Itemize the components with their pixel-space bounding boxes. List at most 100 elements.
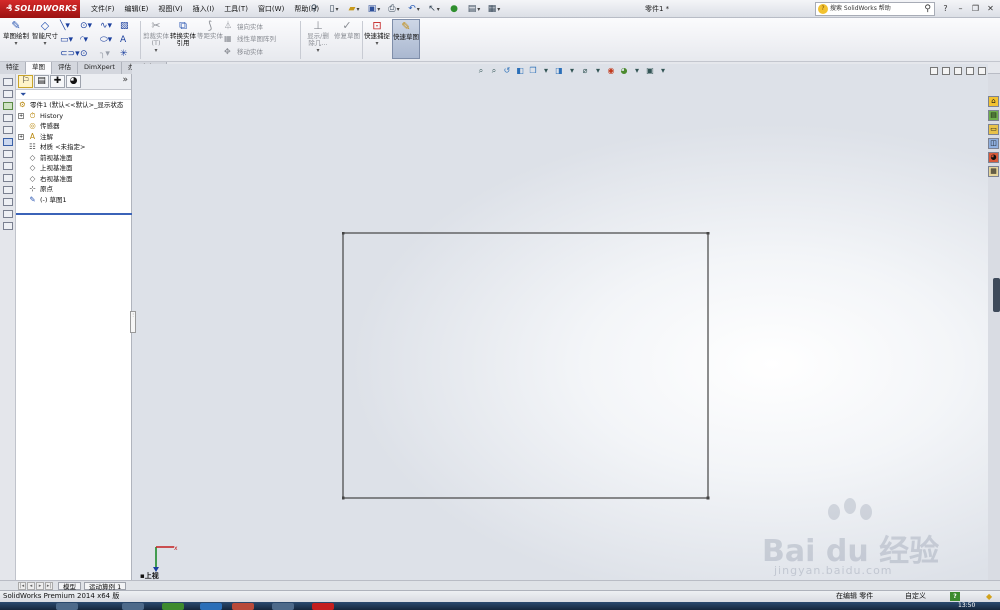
- file-explorer-icon[interactable]: ▭: [988, 124, 999, 135]
- viewport-split-icon[interactable]: [942, 67, 950, 75]
- grid-icon[interactable]: [2, 198, 13, 206]
- first-tab-icon[interactable]: |◂: [18, 582, 26, 590]
- zoom-to-fit-icon[interactable]: ⌕: [476, 66, 486, 76]
- calculator-icon[interactable]: [2, 222, 13, 230]
- print-icon[interactable]: ⎙: [385, 2, 403, 16]
- move-entities-button[interactable]: ✥ 移动实体: [224, 46, 263, 57]
- viewport-close-icon[interactable]: [978, 67, 986, 75]
- chevron-down-icon[interactable]: ▾: [632, 66, 642, 76]
- restore-icon[interactable]: ❐: [970, 2, 981, 15]
- layer-icon[interactable]: [2, 90, 13, 98]
- last-tab-icon[interactable]: ▸|: [45, 582, 53, 590]
- minimize-icon[interactable]: –: [955, 2, 966, 15]
- file-properties-icon[interactable]: ▤: [465, 2, 483, 16]
- close-icon[interactable]: ✕: [985, 2, 996, 15]
- taskbar-app[interactable]: [122, 603, 144, 610]
- taskbar-app[interactable]: [272, 603, 294, 610]
- section-view-icon[interactable]: ◧: [515, 66, 525, 76]
- prev-tab-icon[interactable]: ◂: [27, 582, 35, 590]
- tab-model[interactable]: 模型: [58, 582, 81, 591]
- feature-tree-item[interactable]: + ⏱ History: [16, 111, 131, 122]
- appearances-icon[interactable]: ◕: [988, 152, 999, 163]
- block-icon[interactable]: [2, 150, 13, 158]
- table-icon[interactable]: [2, 78, 13, 86]
- pattern-icon[interactable]: [2, 186, 13, 194]
- circle-icon[interactable]: ⊙▾: [80, 21, 100, 32]
- mirror-entities-button[interactable]: ⏃ 镜向实体: [224, 20, 263, 31]
- design-library-icon[interactable]: ▤: [988, 110, 999, 121]
- sketch-tool-icon[interactable]: [2, 102, 13, 110]
- section-icon[interactable]: [2, 126, 13, 134]
- rapid-sketch-button[interactable]: ✎ 快速草图: [392, 19, 420, 59]
- rebuild-traffic-light-icon[interactable]: ●: [445, 2, 463, 16]
- repair-sketch-button[interactable]: ✓ 修复草图: [333, 19, 361, 59]
- filter-icon[interactable]: ⏷: [16, 90, 131, 100]
- feature-tree-item[interactable]: ✎ (-) 草图1: [16, 195, 131, 206]
- feature-tree-item[interactable]: ⊹ 原点: [16, 184, 131, 195]
- menu-file[interactable]: 文件(F): [86, 0, 120, 18]
- chevron-down-icon[interactable]: ▾: [567, 66, 577, 76]
- tab-features[interactable]: 特征: [0, 62, 26, 74]
- menu-view[interactable]: 视图(V): [153, 0, 187, 18]
- tab-motion-study[interactable]: 运动算例 1: [84, 582, 127, 591]
- sketch-rectangle[interactable]: [342, 232, 709, 499]
- viewport-restore-icon[interactable]: [966, 67, 974, 75]
- rollback-bar[interactable]: [16, 213, 132, 215]
- arc-icon[interactable]: ◜▾: [80, 35, 100, 46]
- sketch-corner-point[interactable]: [706, 496, 710, 500]
- sketch-corner-point[interactable]: [342, 232, 345, 235]
- chevron-down-icon[interactable]: ▾: [541, 66, 551, 76]
- previous-view-icon[interactable]: ↺: [502, 66, 512, 76]
- feature-tree-item[interactable]: + A 注解: [16, 132, 131, 143]
- select-pointer-icon[interactable]: ↖: [425, 2, 443, 16]
- status-units[interactable]: 自定义: [905, 591, 926, 602]
- surface-icon[interactable]: ▧: [120, 21, 140, 32]
- open-folder-icon[interactable]: ▰: [345, 2, 363, 16]
- taskbar-app[interactable]: [200, 603, 222, 610]
- expand-toggle-icon[interactable]: +: [18, 112, 24, 119]
- search-icon[interactable]: ⚲: [924, 3, 931, 15]
- task-pane-handle[interactable]: [993, 278, 1000, 312]
- taskbar-app[interactable]: [232, 603, 254, 610]
- feature-tree-item[interactable]: ☷ 材质 <未指定>: [16, 142, 131, 153]
- next-tab-icon[interactable]: ▸: [36, 582, 44, 590]
- trim-button[interactable]: ✂ 剪裁实体(T) ▾: [142, 19, 170, 59]
- sketch-corner-point[interactable]: [706, 232, 710, 235]
- feature-tree-item[interactable]: ◇ 右视基准面: [16, 174, 131, 185]
- help-icon[interactable]: ?: [940, 2, 951, 15]
- display-manager-tab-icon[interactable]: ◕: [66, 75, 81, 88]
- tab-evaluate[interactable]: 评估: [52, 62, 78, 74]
- feature-tree-item[interactable]: ◇ 上视基准面: [16, 163, 131, 174]
- options-icon[interactable]: ▦: [485, 2, 503, 16]
- solidworks-logo[interactable]: ₰ SOLIDWORKS: [0, 0, 80, 18]
- view-icon[interactable]: [2, 114, 13, 122]
- apply-scene-icon[interactable]: ◕: [619, 66, 629, 76]
- rectangle-icon[interactable]: ▭▾: [60, 35, 80, 46]
- sketch-corner-point[interactable]: [342, 496, 345, 500]
- feature-tree-tab-icon[interactable]: ⚐: [18, 75, 33, 88]
- custom-properties-icon[interactable]: ▦: [988, 166, 999, 177]
- linear-pattern-button[interactable]: ▦ 线性草图阵列: [224, 33, 276, 44]
- expand-toggle-icon[interactable]: +: [18, 133, 24, 140]
- relation-icon[interactable]: [2, 138, 13, 146]
- spline-tool-icon[interactable]: [2, 162, 13, 170]
- menu-insert[interactable]: 插入(I): [188, 0, 220, 18]
- taskbar-app[interactable]: [162, 603, 184, 610]
- search-help-input[interactable]: ? 搜索 SolidWorks 帮助 ⚲: [815, 2, 935, 16]
- new-document-icon[interactable]: ▯: [325, 2, 343, 16]
- panel-splitter[interactable]: ⋮: [130, 311, 136, 333]
- quick-snaps-button[interactable]: ⊡ 快速捕捉 ▾: [363, 19, 391, 59]
- slot-icon[interactable]: ⊂⊃▾: [60, 49, 80, 60]
- display-style-icon[interactable]: ◨: [554, 66, 564, 76]
- menu-tools[interactable]: 工具(T): [219, 0, 253, 18]
- zoom-area-icon[interactable]: ⌕: [489, 66, 499, 76]
- viewport-minimize-icon[interactable]: [954, 67, 962, 75]
- curve-icon[interactable]: [2, 210, 13, 218]
- smart-dimension-button[interactable]: ◇ 智能尺寸 ▾: [31, 19, 59, 59]
- view-settings-icon[interactable]: ▣: [645, 66, 655, 76]
- sketch-button[interactable]: ✎ 草图绘制 ▾: [2, 19, 30, 59]
- help-icon[interactable]: ?: [950, 592, 960, 601]
- expand-panel-icon[interactable]: »: [122, 75, 128, 85]
- hide-show-items-icon[interactable]: ⌀: [580, 66, 590, 76]
- chevron-down-icon[interactable]: ▾: [658, 66, 668, 76]
